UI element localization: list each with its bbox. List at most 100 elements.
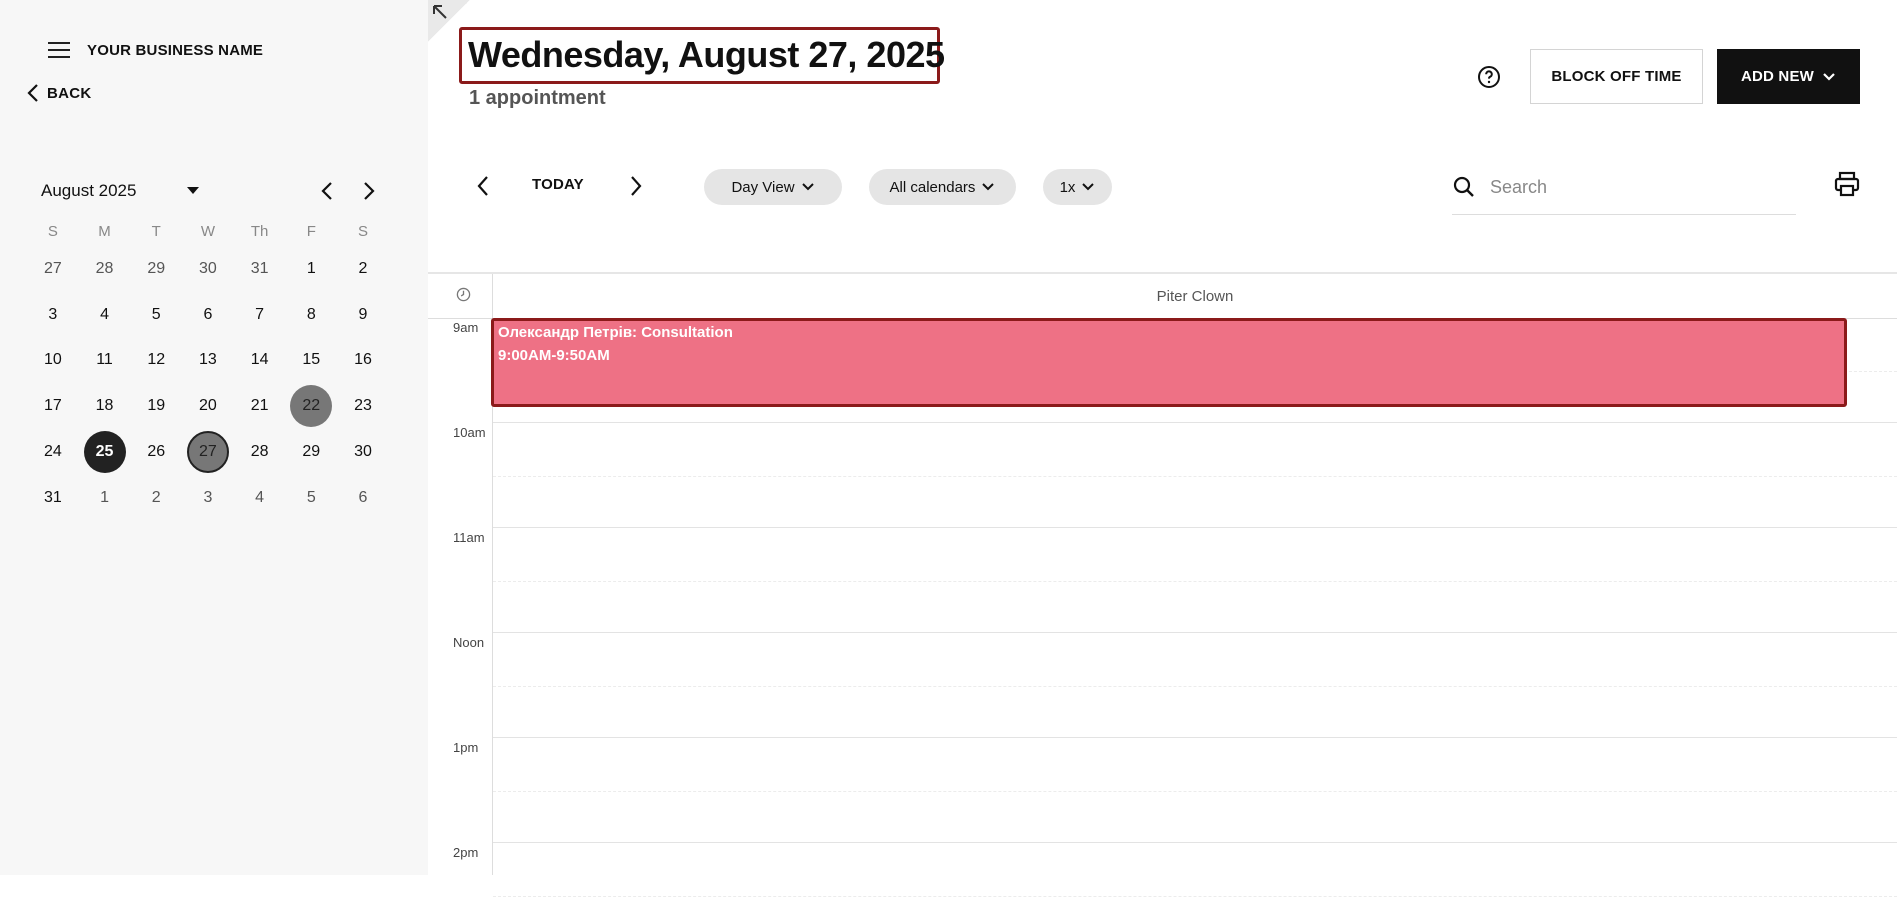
calendar-day[interactable]: 3 (182, 475, 234, 521)
calendar-day[interactable]: 19 (130, 383, 182, 429)
calendar-day[interactable]: 25 (79, 429, 131, 475)
calendar-day[interactable]: 27 (182, 429, 234, 475)
calendar-day[interactable]: 17 (27, 383, 79, 429)
hour-label: 9am (453, 320, 479, 335)
staff-column-header: Piter Clown (1156, 288, 1234, 305)
calendar-day[interactable]: 21 (234, 383, 286, 429)
page-title: Wednesday, August 27, 2025 (468, 34, 945, 75)
appointment-count: 1 appointment (469, 87, 606, 109)
mini-calendar-prev-button[interactable] (315, 178, 339, 204)
caret-down-icon[interactable] (187, 187, 199, 194)
calendar-day[interactable]: 5 (285, 475, 337, 521)
weekday-label: T (151, 223, 161, 240)
month-label[interactable]: August 2025 (41, 181, 136, 201)
appointment-title: Олександр Петрів: Consultation (498, 324, 733, 341)
chevron-down-icon (1082, 183, 1095, 191)
calendar-day[interactable]: 6 (182, 292, 234, 338)
calendar-week: 31 1 2 3 4 5 6 (27, 475, 389, 521)
calendar-day-number: 29 (147, 259, 166, 277)
half-hour-line (493, 895, 1897, 897)
weekday-label: S (47, 223, 58, 240)
calendar-day-number: 21 (250, 397, 269, 415)
calendar-day[interactable]: 1 (79, 475, 131, 521)
calendar-day[interactable]: 1 (285, 246, 337, 292)
calendar-day[interactable]: 24 (27, 429, 79, 475)
chevron-down-icon (982, 183, 995, 191)
calendar-day[interactable]: 5 (130, 292, 182, 338)
calendar-day[interactable]: 31 (27, 475, 79, 521)
calendar-day[interactable]: 23 (337, 383, 389, 429)
calendar-day[interactable]: 22 (285, 383, 337, 429)
calendar-day-number: 16 (354, 351, 372, 369)
view-selector[interactable]: Day View (704, 169, 842, 205)
calendar-day[interactable]: 27 (27, 246, 79, 292)
add-new-button[interactable]: ADD NEW (1717, 49, 1860, 104)
zoom-selector[interactable]: 1x (1043, 169, 1112, 205)
view-selector-label: Day View (731, 178, 795, 196)
hour-line (493, 842, 1897, 843)
calendar-day[interactable]: 3 (27, 292, 79, 338)
calendar-day-number: 8 (306, 305, 316, 323)
calendar-week: 17 18 19 20 21 22 23 (27, 383, 389, 429)
search-input[interactable] (1490, 170, 1795, 204)
collapse-arrow-icon[interactable] (430, 2, 450, 22)
calendar-day[interactable]: 12 (130, 338, 182, 384)
calendar-day-number: 1 (100, 488, 109, 506)
calendar-day[interactable]: 9 (337, 292, 389, 338)
mini-calendar: S M T W Th F S 27 28 29 30 31 1 2 3 4 5 6 7 8 9 10 11 12 13 14 15… (27, 218, 389, 521)
zoom-selector-label: 1x (1059, 178, 1076, 196)
clock-icon (456, 287, 471, 302)
today-button[interactable]: TODAY (532, 176, 584, 193)
hour-line (493, 422, 1897, 423)
calendar-day[interactable]: 4 (234, 475, 286, 521)
hour-line (493, 737, 1897, 738)
calendar-day-number: 2 (151, 488, 161, 506)
chevron-left-icon (477, 176, 488, 196)
calendar-day[interactable]: 16 (337, 338, 389, 384)
help-icon[interactable] (1477, 65, 1501, 89)
calendar-day[interactable]: 20 (182, 383, 234, 429)
calendar-day[interactable]: 18 (79, 383, 131, 429)
calendar-day[interactable]: 15 (285, 338, 337, 384)
calendar-day[interactable]: 29 (285, 429, 337, 475)
calendar-day-number: 9 (358, 305, 368, 323)
next-day-button[interactable] (624, 174, 648, 198)
calendar-day-number: 5 (151, 305, 161, 323)
calendar-day[interactable]: 31 (234, 246, 286, 292)
calendar-day-number: 18 (95, 397, 114, 415)
prev-day-button[interactable] (471, 174, 495, 198)
back-link[interactable]: BACK (27, 84, 92, 102)
appointment-block[interactable]: Олександр Петрів: Consultation 9:00AM-9:… (491, 318, 1847, 407)
calendar-day[interactable]: 30 (182, 246, 234, 292)
calendar-day[interactable]: 11 (79, 338, 131, 384)
calendar-day[interactable]: 14 (234, 338, 286, 384)
calendar-day[interactable]: 28 (79, 246, 131, 292)
calendar-day[interactable]: 4 (79, 292, 131, 338)
calendar-day-number: 31 (43, 488, 62, 506)
half-hour-line (493, 685, 1897, 687)
calendar-day[interactable]: 13 (182, 338, 234, 384)
calendar-day-number: 4 (100, 305, 109, 323)
calendar-day-number: 20 (199, 397, 217, 415)
calendar-day[interactable]: 29 (130, 246, 182, 292)
block-off-time-button[interactable]: BLOCK OFF TIME (1530, 49, 1703, 104)
calendar-day-number: 3 (48, 305, 58, 323)
calendar-day[interactable]: 8 (285, 292, 337, 338)
mini-calendar-next-button[interactable] (357, 178, 381, 204)
calendar-day-number: 4 (255, 488, 265, 506)
calendar-day[interactable]: 28 (234, 429, 286, 475)
half-hour-line (493, 475, 1897, 477)
calendar-day[interactable]: 6 (337, 475, 389, 521)
calendar-day[interactable]: 7 (234, 292, 286, 338)
print-icon[interactable] (1833, 170, 1861, 198)
calendar-day[interactable]: 26 (130, 429, 182, 475)
calendar-day-number: 14 (250, 351, 269, 369)
calendar-day[interactable]: 10 (27, 338, 79, 384)
weekday-label: M (98, 223, 111, 240)
calendar-day[interactable]: 30 (337, 429, 389, 475)
calendar-day[interactable]: 2 (130, 475, 182, 521)
weekday-label: W (200, 223, 215, 240)
calendar-selector[interactable]: All calendars (869, 169, 1016, 205)
calendar-day[interactable]: 2 (337, 246, 389, 292)
menu-icon[interactable] (48, 42, 70, 60)
